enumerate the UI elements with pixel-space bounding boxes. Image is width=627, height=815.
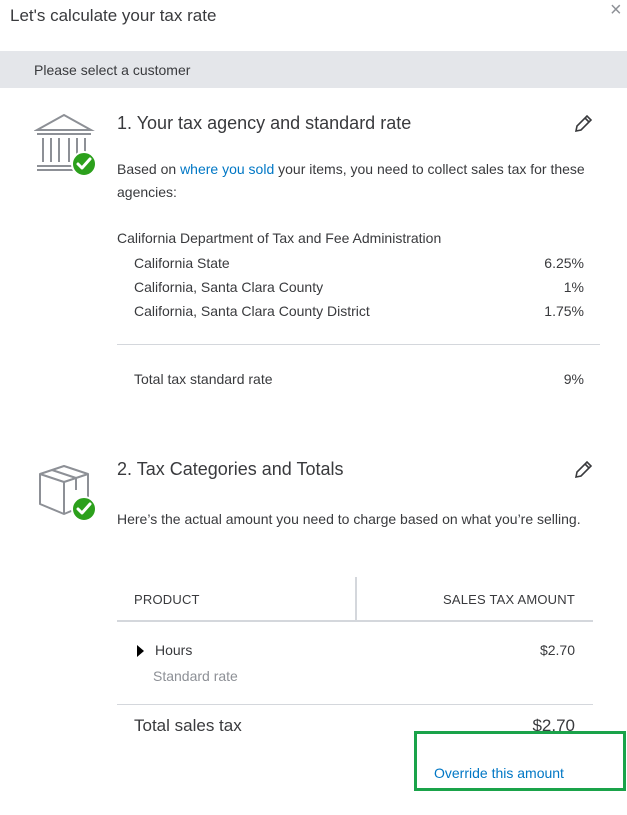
- table-header-divider: [117, 620, 593, 622]
- section2-title: 2. Tax Categories and Totals: [117, 459, 344, 479]
- check-icon: [71, 496, 97, 522]
- column-header-sales-tax-amount: SALES TAX AMOUNT: [442, 592, 575, 607]
- divider: [117, 704, 593, 705]
- section1-description: Based on where you sold your items, you …: [117, 161, 585, 200]
- override-amount-link[interactable]: Override this amount: [434, 765, 564, 781]
- agency-name: California Department of Tax and Fee Adm…: [117, 230, 442, 246]
- total-standard-rate-row: Total tax standard rate 9%: [134, 371, 584, 387]
- box-package-icon: [34, 460, 104, 532]
- column-header-product: PRODUCT: [134, 592, 200, 607]
- product-name[interactable]: Hours: [155, 642, 192, 658]
- product-rate-label: Standard rate: [153, 668, 238, 684]
- check-icon: [71, 151, 97, 177]
- customer-prompt: Please select a customer: [34, 62, 191, 78]
- divider: [117, 344, 600, 345]
- total-rate-label: Total tax standard rate: [134, 371, 273, 387]
- total-sales-tax-label: Total sales tax: [134, 716, 242, 735]
- total-rate-value: 9%: [563, 371, 584, 387]
- total-sales-tax-value: $2.70: [532, 716, 575, 732]
- edit-pencil-icon[interactable]: [572, 459, 594, 481]
- product-tax-amount: $2.70: [539, 642, 575, 658]
- customer-bar[interactable]: Please select a customer: [0, 51, 627, 88]
- column-divider: [355, 577, 357, 621]
- edit-pencil-icon[interactable]: [572, 113, 594, 135]
- highlight-box: [414, 731, 626, 791]
- section2-description: Here’s the actual amount you need to cha…: [117, 511, 581, 527]
- where-you-sold-link[interactable]: where you sold: [180, 161, 274, 177]
- dialog-title: Let's calculate your tax rate: [10, 6, 217, 25]
- section1-title: 1. Your tax agency and standard rate: [117, 113, 412, 133]
- close-icon[interactable]: ×: [610, 0, 622, 20]
- expand-caret-icon[interactable]: [137, 645, 144, 657]
